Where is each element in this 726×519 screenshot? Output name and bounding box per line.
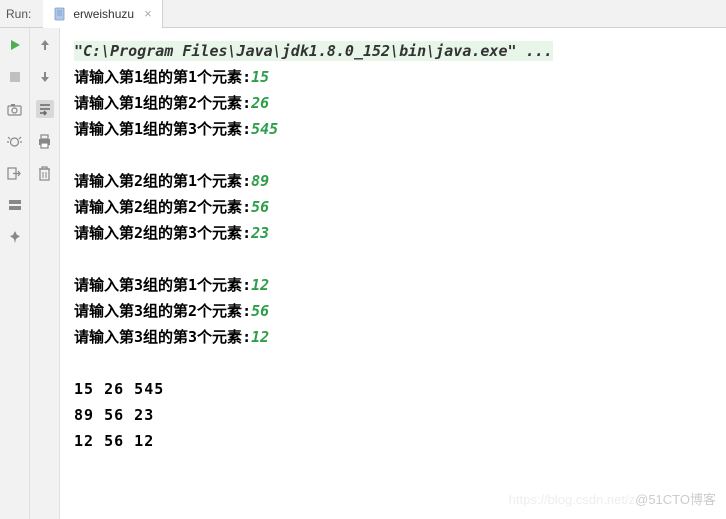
run-icon[interactable] (6, 36, 24, 54)
prompt-text: 请输入第2组的第1个元素: (74, 168, 251, 194)
watermark: https://blog.csdn.net/z@51CTO博客 (509, 487, 716, 513)
prompt-line: 请输入第2组的第1个元素:89 (74, 168, 712, 194)
toolbar-left (0, 28, 30, 519)
debug-icon[interactable] (6, 132, 24, 150)
run-tab[interactable]: erweishuzu × (43, 0, 162, 28)
prompt-line: 请输入第3组的第1个元素:12 (74, 272, 712, 298)
prompt-text: 请输入第3组的第2个元素: (74, 298, 251, 324)
prompt-text: 请输入第2组的第3个元素: (74, 220, 251, 246)
input-value: 12 (251, 272, 269, 298)
layout-icon[interactable] (6, 196, 24, 214)
stop-icon[interactable] (6, 68, 24, 86)
print-icon[interactable] (36, 132, 54, 150)
camera-icon[interactable] (6, 100, 24, 118)
panel-header: Run: erweishuzu × (0, 0, 726, 28)
prompt-line: 请输入第2组的第2个元素:56 (74, 194, 712, 220)
prompt-text: 请输入第3组的第1个元素: (74, 272, 251, 298)
prompt-line: 请输入第3组的第2个元素:56 (74, 298, 712, 324)
command-line: "C:\Program Files\Java\jdk1.8.0_152\bin\… (74, 41, 553, 61)
trash-icon[interactable] (36, 164, 54, 182)
up-arrow-icon[interactable] (36, 36, 54, 54)
toolbar-right (30, 28, 60, 519)
body-area: "C:\Program Files\Java\jdk1.8.0_152\bin\… (0, 28, 726, 519)
blank-line (74, 350, 712, 376)
run-label: Run: (0, 7, 43, 21)
prompt-text: 请输入第3组的第3个元素: (74, 324, 251, 350)
file-icon (53, 7, 67, 21)
output-row: 12 56 12 (74, 428, 712, 454)
prompt-text: 请输入第2组的第2个元素: (74, 194, 251, 220)
input-value: 89 (251, 168, 269, 194)
prompt-text: 请输入第1组的第2个元素: (74, 90, 251, 116)
prompt-line: 请输入第1组的第3个元素:545 (74, 116, 712, 142)
input-value: 545 (251, 116, 278, 142)
input-value: 23 (251, 220, 269, 246)
watermark-text: @51CTO博客 (635, 492, 716, 507)
output-row: 89 56 23 (74, 402, 712, 428)
prompt-line: 请输入第1组的第2个元素:26 (74, 90, 712, 116)
tab-name: erweishuzu (73, 7, 134, 21)
prompt-line: 请输入第3组的第3个元素:12 (74, 324, 712, 350)
close-icon[interactable]: × (144, 6, 152, 21)
input-value: 26 (251, 90, 269, 116)
watermark-url: https://blog.csdn.net/z (509, 492, 635, 507)
input-value: 56 (251, 298, 269, 324)
prompt-text: 请输入第1组的第1个元素: (74, 64, 251, 90)
input-value: 15 (251, 64, 269, 90)
blank-line (74, 246, 712, 272)
input-value: 56 (251, 194, 269, 220)
input-value: 12 (251, 324, 269, 350)
blank-line (74, 142, 712, 168)
down-arrow-icon[interactable] (36, 68, 54, 86)
prompt-line: 请输入第2组的第3个元素:23 (74, 220, 712, 246)
console-output[interactable]: "C:\Program Files\Java\jdk1.8.0_152\bin\… (60, 28, 726, 519)
exit-icon[interactable] (6, 164, 24, 182)
prompt-line: 请输入第1组的第1个元素:15 (74, 64, 712, 90)
soft-wrap-icon[interactable] (36, 100, 54, 118)
prompt-text: 请输入第1组的第3个元素: (74, 116, 251, 142)
pin-icon[interactable] (6, 228, 24, 246)
output-row: 15 26 545 (74, 376, 712, 402)
